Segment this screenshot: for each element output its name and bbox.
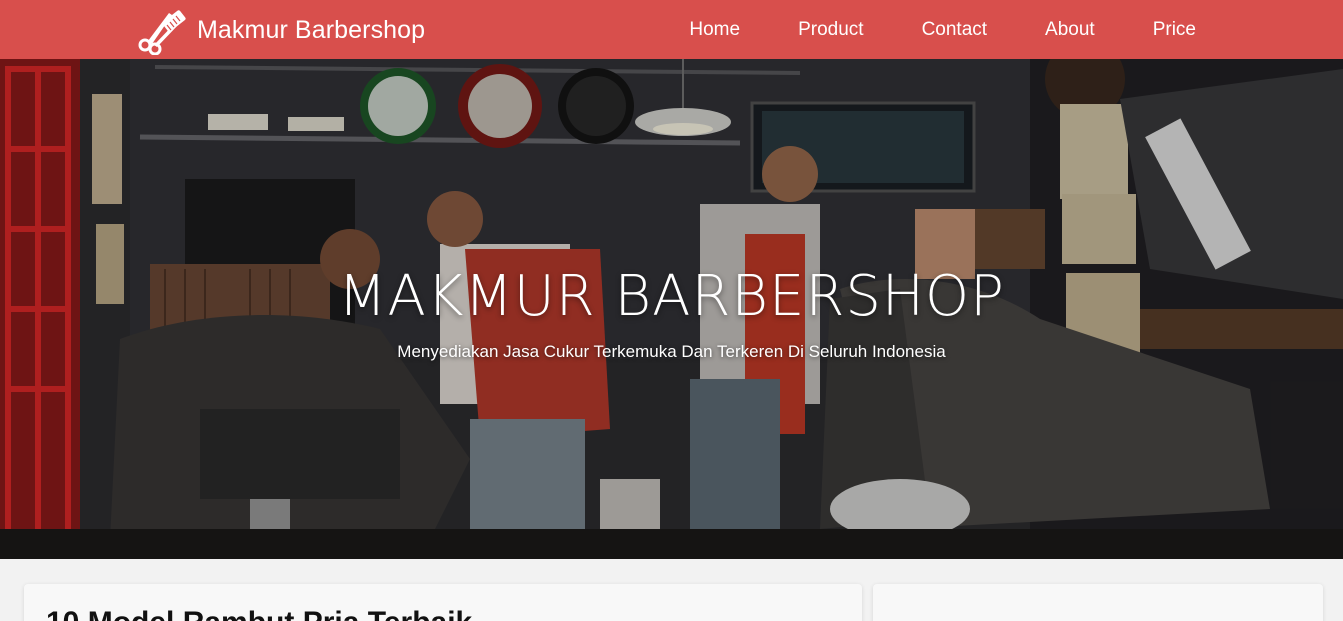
nav-about[interactable]: About — [1045, 19, 1095, 41]
article-card: 10 Model Rambut Pria Terbaik — [24, 584, 862, 621]
nav-contact[interactable]: Contact — [922, 19, 987, 41]
article-heading: 10 Model Rambut Pria Terbaik — [46, 606, 472, 621]
sidebar-card — [873, 584, 1323, 621]
hero-subtitle: Menyediakan Jasa Cukur Terkemuka Dan Ter… — [397, 342, 946, 361]
main-nav: Home Product Contact About Price — [689, 0, 1196, 59]
scissors-comb-icon — [138, 10, 186, 55]
top-navbar: Makmur Barbershop Home Product Contact A… — [0, 0, 1343, 59]
brand-logo-link[interactable]: Makmur Barbershop — [133, 5, 425, 55]
brand-name: Makmur Barbershop — [197, 15, 426, 44]
nav-product[interactable]: Product — [798, 19, 863, 41]
hero-title: MAKMUR BARBERSHOP — [338, 264, 1005, 329]
nav-price[interactable]: Price — [1153, 19, 1196, 41]
hero-banner: MAKMUR BARBERSHOP Menyediakan Jasa Cukur… — [0, 59, 1343, 559]
nav-home[interactable]: Home — [689, 19, 740, 41]
